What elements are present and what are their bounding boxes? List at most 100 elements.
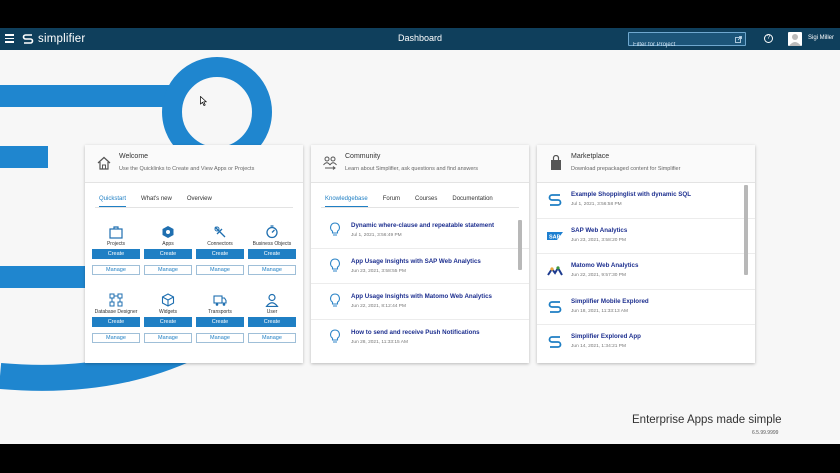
list-item[interactable]: App Usage Insights with Matomo Web Analy…	[311, 284, 529, 320]
article-title[interactable]: Dynamic where-clause and repeatable stat…	[351, 222, 494, 229]
package-date: Jun 23, 2021, 3:58:20 PM	[571, 237, 626, 243]
project-filter[interactable]	[628, 32, 746, 51]
list-item[interactable]: How to send and receive Push Notificatio…	[311, 320, 529, 356]
user-avatar-icon	[789, 34, 801, 46]
community-title: Community	[345, 153, 381, 160]
list-item[interactable]: SAP SAP Web Analytics Jun 23, 2021, 3:58…	[537, 219, 755, 254]
transports-manage-button[interactable]: Manage	[196, 333, 244, 343]
briefcase-icon	[109, 226, 123, 239]
widgets-manage-button[interactable]: Manage	[144, 333, 192, 343]
list-item[interactable]: App Usage Insights with SAP Web Analytic…	[311, 249, 529, 284]
tabs-divider	[95, 207, 293, 208]
list-item[interactable]: Matomo Web Analytics Jun 22, 2021, 9:57:…	[537, 254, 755, 290]
package-title[interactable]: Simplifier Mobile Explored	[571, 298, 649, 305]
community-scrollbar[interactable]	[518, 220, 522, 270]
help-icon[interactable]: ?	[764, 34, 773, 43]
article-title[interactable]: How to send and receive Push Notificatio…	[351, 329, 480, 336]
matomo-logo-icon	[547, 266, 563, 276]
projects-manage-button[interactable]: Manage	[92, 265, 140, 275]
quicklink-apps: Apps Create Manage	[142, 225, 194, 275]
quicklink-label: Widgets	[158, 309, 178, 315]
article-date: Jun 23, 2021, 3:58:55 PM	[351, 268, 406, 274]
apps-icon	[162, 226, 174, 238]
user-name[interactable]: Sigi Miller	[808, 35, 834, 41]
welcome-card: Welcome Use the Quicklinks to Create and…	[85, 145, 303, 363]
database-designer-create-button[interactable]: Create	[92, 317, 140, 327]
marketplace-card-header: Marketplace Download prepackaged content…	[537, 145, 755, 183]
avatar[interactable]	[788, 32, 802, 46]
business-objects-manage-button[interactable]: Manage	[248, 265, 296, 275]
widget-icon	[161, 293, 175, 307]
tab-knowledgebase[interactable]: Knowledgebase	[325, 196, 368, 207]
article-date: Jun 28, 2021, 11:33:15 AM	[351, 339, 408, 345]
filter-icon[interactable]	[735, 36, 742, 43]
project-filter-input[interactable]	[629, 39, 745, 51]
list-item[interactable]: Dynamic where-clause and repeatable stat…	[311, 213, 529, 249]
tab-overview[interactable]: Overview	[187, 196, 212, 207]
home-icon	[97, 156, 111, 170]
business-object-icon	[266, 225, 278, 239]
transports-create-button[interactable]: Create	[196, 317, 244, 327]
tab-documentation[interactable]: Documentation	[452, 196, 492, 207]
package-title[interactable]: Example Shoppinglist with dynamic SQL	[571, 191, 691, 198]
community-tabs: Knowledgebase Forum Courses Documentatio…	[325, 196, 508, 207]
welcome-card-header: Welcome Use the Quicklinks to Create and…	[85, 145, 303, 183]
connectors-create-button[interactable]: Create	[196, 249, 244, 259]
sap-logo-icon: SAP	[547, 231, 563, 240]
package-title[interactable]: Simplifier Explored App	[571, 333, 641, 340]
apps-manage-button[interactable]: Manage	[144, 265, 192, 275]
package-date: Jun 18, 2021, 11:33:13 AM	[571, 308, 628, 314]
top-bar: simplifier Dashboard ? Sigi Miller	[0, 28, 840, 51]
article-date: Jun 22, 2021, 8:12:44 PM	[351, 304, 406, 309]
connector-icon	[214, 226, 226, 238]
quicklink-database-designer: Database Designer Create Manage	[90, 293, 142, 343]
business-objects-create-button[interactable]: Create	[248, 249, 296, 259]
package-title[interactable]: SAP Web Analytics	[571, 227, 627, 234]
projects-create-button[interactable]: Create	[92, 249, 140, 259]
tab-quickstart[interactable]: Quickstart	[99, 196, 127, 207]
list-item[interactable]: Example Shoppinglist with dynamic SQL Ju…	[537, 183, 755, 219]
database-designer-manage-button[interactable]: Manage	[92, 333, 140, 343]
apps-create-button[interactable]: Create	[144, 249, 192, 259]
app-name: simplifier	[38, 33, 86, 45]
list-item[interactable]: Simplifier Mobile Explored Jun 18, 2021,…	[537, 290, 755, 325]
article-title[interactable]: App Usage Insights with Matomo Web Analy…	[351, 293, 492, 300]
list-item[interactable]: Simplifier Explored App Jun 14, 2021, 1:…	[537, 325, 755, 361]
community-card: Community Learn about Simplifier, ask qu…	[311, 145, 529, 363]
package-title[interactable]: Matomo Web Analytics	[571, 262, 638, 269]
simplifier-logo-icon	[548, 300, 562, 313]
user-create-button[interactable]: Create	[248, 317, 296, 327]
menu-icon[interactable]	[5, 34, 14, 43]
community-subtitle: Learn about Simplifier, ask questions an…	[345, 166, 478, 172]
marketplace-scrollbar[interactable]	[744, 185, 748, 275]
tab-forum[interactable]: Forum	[383, 196, 400, 207]
marketplace-list: Example Shoppinglist with dynamic SQL Ju…	[537, 183, 755, 361]
user-manage-button[interactable]: Manage	[248, 333, 296, 343]
community-icon	[323, 156, 337, 170]
welcome-subtitle: Use the Quicklinks to Create and View Ap…	[119, 166, 255, 172]
quicklink-label: Connectors	[207, 241, 233, 247]
svg-text:SAP: SAP	[549, 234, 561, 240]
database-icon	[109, 293, 123, 307]
article-date: Jul 1, 2021, 3:56:49 PM	[351, 233, 402, 238]
quicklink-transports: Transports Create Manage	[194, 293, 246, 343]
community-card-header: Community Learn about Simplifier, ask qu…	[311, 145, 529, 183]
package-date: Jul 1, 2021, 3:56:58 PM	[571, 202, 622, 207]
widgets-create-button[interactable]: Create	[144, 317, 192, 327]
tab-whats-new[interactable]: What's new	[141, 196, 172, 207]
app-window: simplifier Dashboard ? Sigi Miller Welco…	[0, 28, 840, 444]
connectors-manage-button[interactable]: Manage	[196, 265, 244, 275]
article-title[interactable]: App Usage Insights with SAP Web Analytic…	[351, 258, 481, 265]
quicklink-connectors: Connectors Create Manage	[194, 225, 246, 275]
quicklink-widgets: Widgets Create Manage	[142, 293, 194, 343]
lightbulb-icon	[330, 222, 340, 236]
quicklink-label: Apps	[162, 241, 174, 247]
simplifier-logo-icon	[548, 194, 562, 206]
version-label: 6.5.99.9999	[752, 430, 779, 436]
quicklink-label: Database Designer	[94, 309, 138, 315]
shopping-bag-icon	[551, 155, 561, 170]
quicklink-label: User	[266, 309, 278, 315]
quicklink-business-objects: Business Objects Create Manage	[246, 225, 298, 275]
tab-courses[interactable]: Courses	[415, 196, 437, 207]
app-logo[interactable]: simplifier	[22, 31, 85, 47]
